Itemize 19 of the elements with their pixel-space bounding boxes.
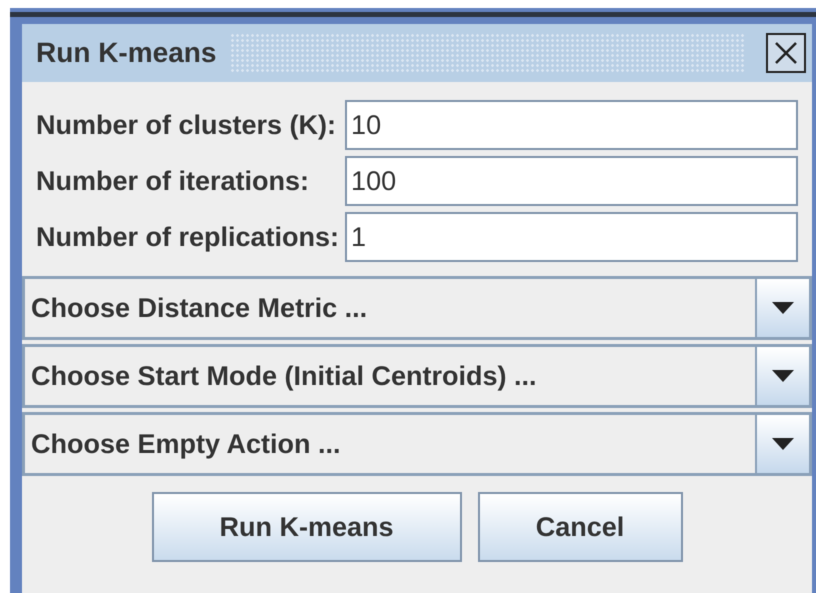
dropdown-arrow-button[interactable] [755,415,809,473]
dropdown[interactable]: Choose Distance Metric ... [22,276,812,340]
dialog-button[interactable]: Cancel [478,492,682,562]
field-label: Number of iterations: [36,166,310,196]
dropdown[interactable]: Choose Start Mode (Initial Centroids) ... [22,344,812,408]
input-field[interactable]: 10 [345,100,798,150]
input-field[interactable]: 100 [345,156,798,206]
dropdown-arrow-button[interactable] [755,279,809,337]
caret-icon [772,370,794,382]
window-title: Run K-means [36,37,216,69]
field-label: Number of replications: [36,222,340,252]
caret-icon [772,438,794,450]
caret-icon [772,302,794,314]
close-button[interactable] [766,33,806,73]
dialog-button[interactable]: Run K-means [152,492,462,562]
dropdown[interactable]: Choose Empty Action ... [22,412,812,476]
dropdown-arrow-button[interactable] [755,347,809,405]
field-label: Number of clusters (K): [36,110,338,140]
input-field[interactable]: 1 [345,212,798,262]
